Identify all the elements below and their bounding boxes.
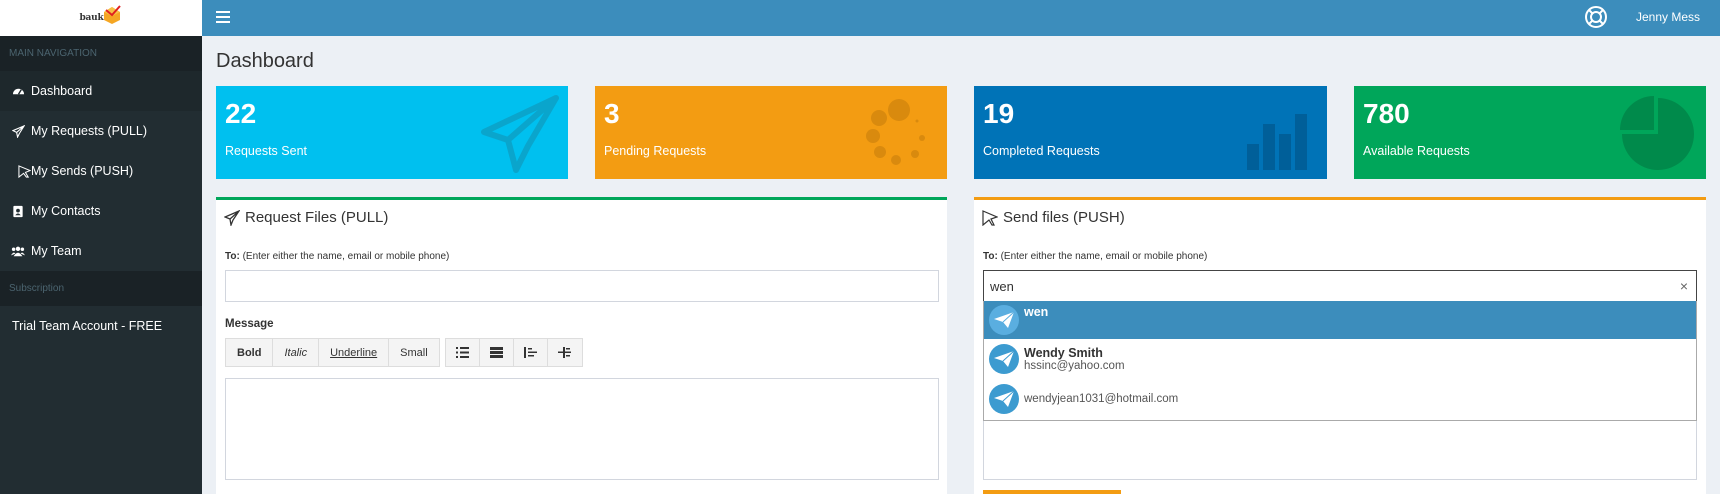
- outdent-button[interactable]: [514, 339, 548, 366]
- outdent-icon: [523, 347, 537, 358]
- indent-icon: [558, 347, 572, 358]
- paper-plane-icon: [989, 384, 1019, 414]
- user-menu[interactable]: Jenny Mess: [1636, 10, 1700, 24]
- stat-label: Requests Sent: [225, 144, 307, 158]
- sidebar-item-my-team[interactable]: My Team: [0, 231, 202, 271]
- cursor-send-icon: [17, 164, 31, 178]
- stat-value: 780: [1363, 98, 1410, 129]
- users-icon: [11, 244, 25, 258]
- suggestion-name: Wendy Smith: [1024, 346, 1103, 360]
- stat-requests-sent[interactable]: 22 Requests Sent: [216, 86, 568, 179]
- cursor-send-icon: [982, 209, 998, 226]
- send-button[interactable]: [983, 490, 1121, 494]
- stat-value: 22: [225, 98, 257, 129]
- stat-label: Completed Requests: [983, 144, 1100, 158]
- suggestion-item[interactable]: wendyjean1031@hotmail.com: [984, 379, 1696, 419]
- top-navbar: Jenny Mess: [202, 0, 1720, 36]
- autocomplete-dropdown: wen Wendy Smith hssinc@yahoo.com wendyje…: [983, 301, 1697, 421]
- suggestion-item[interactable]: wen: [984, 301, 1696, 339]
- sidebar-item-label: My Sends (PUSH): [31, 164, 134, 178]
- sidebar-item-label: My Team: [31, 244, 82, 258]
- sidebar: bauk MAIN NAVIGATION Dashboard My Reques…: [0, 0, 202, 494]
- address-book-icon: [11, 204, 25, 218]
- spinner-icon: [866, 99, 925, 165]
- message-editor[interactable]: [225, 378, 939, 480]
- to-label: To: (Enter either the name, email or mob…: [983, 251, 1208, 262]
- sidebar-item-label: My Contacts: [31, 204, 101, 218]
- sidebar-item-label: My Requests (PULL): [31, 124, 148, 138]
- message-label: Message: [225, 318, 274, 330]
- hamburger-icon[interactable]: [216, 11, 230, 23]
- paper-plane-icon: [11, 124, 25, 138]
- panel-title: Send files (PUSH): [982, 209, 1125, 226]
- paper-plane-icon: [481, 95, 559, 173]
- suggestion-item[interactable]: Wendy Smith hssinc@yahoo.com: [984, 339, 1696, 379]
- panel-title: Request Files (PULL): [224, 209, 388, 226]
- stat-value: 19: [983, 98, 1015, 129]
- panel-title-text: Request Files (PULL): [245, 209, 389, 226]
- life-ring-icon[interactable]: [1582, 3, 1610, 31]
- editor-toolbar: Bold Italic Underline Small: [225, 338, 588, 367]
- sidebar-item-dashboard[interactable]: Dashboard: [0, 71, 202, 111]
- paper-plane-icon: [224, 209, 240, 226]
- stat-pending-requests[interactable]: 3 Pending Requests: [595, 86, 947, 179]
- stat-label: Available Requests: [1363, 144, 1470, 158]
- dashboard-icon: [11, 84, 25, 98]
- stat-completed-requests[interactable]: 19 Completed Requests: [974, 86, 1327, 179]
- format-button-group: Bold Italic Underline Small: [225, 338, 440, 367]
- sidebar-item-my-contacts[interactable]: My Contacts: [0, 191, 202, 231]
- pull-to-input[interactable]: [225, 270, 939, 302]
- pie-chart-icon: [1620, 96, 1694, 170]
- suggestion-name: wen: [1024, 305, 1049, 319]
- push-to-input[interactable]: wen ×: [983, 270, 1697, 302]
- input-value: wen: [990, 279, 1014, 294]
- sidebar-item-my-requests[interactable]: My Requests (PULL): [0, 111, 202, 151]
- list-ol-icon: [489, 347, 503, 358]
- suggestion-email: hssinc@yahoo.com: [1024, 360, 1125, 372]
- italic-button[interactable]: Italic: [273, 339, 320, 366]
- bold-button[interactable]: Bold: [226, 339, 274, 366]
- subscription-header: Subscription: [0, 271, 202, 306]
- panel-title-text: Send files (PUSH): [1003, 209, 1125, 226]
- stat-value: 3: [604, 98, 620, 129]
- stat-available-requests[interactable]: 780 Available Requests: [1354, 86, 1706, 179]
- send-files-panel: Send files (PUSH) To: (Enter either the …: [974, 197, 1706, 494]
- logo-icon: [103, 5, 121, 24]
- stat-label: Pending Requests: [604, 144, 707, 158]
- underline-button[interactable]: Underline: [319, 339, 390, 366]
- paper-plane-icon: [989, 305, 1019, 335]
- unordered-list-button[interactable]: [446, 339, 480, 366]
- sidebar-item-label: Dashboard: [31, 84, 93, 98]
- paper-plane-icon: [989, 344, 1019, 374]
- list-button-group: [444, 338, 583, 367]
- list-ul-icon: [455, 347, 469, 358]
- main-navigation-header: MAIN NAVIGATION: [0, 36, 202, 71]
- request-files-panel: Request Files (PULL) To: (Enter either t…: [216, 197, 947, 494]
- indent-button[interactable]: [548, 339, 582, 366]
- bar-chart-icon: [1247, 114, 1307, 170]
- page-title: Dashboard: [216, 50, 314, 72]
- clear-input-button[interactable]: ×: [1680, 278, 1688, 294]
- logo[interactable]: bauk: [0, 0, 202, 36]
- to-label: To: (Enter either the name, email or mob…: [225, 251, 450, 262]
- subscription-plan-link[interactable]: Trial Team Account - FREE: [0, 306, 202, 346]
- small-button[interactable]: Small: [389, 339, 439, 366]
- sidebar-item-my-sends[interactable]: My Sends (PUSH): [0, 151, 202, 191]
- suggestion-email: wendyjean1031@hotmail.com: [1024, 393, 1179, 405]
- ordered-list-button[interactable]: [480, 339, 514, 366]
